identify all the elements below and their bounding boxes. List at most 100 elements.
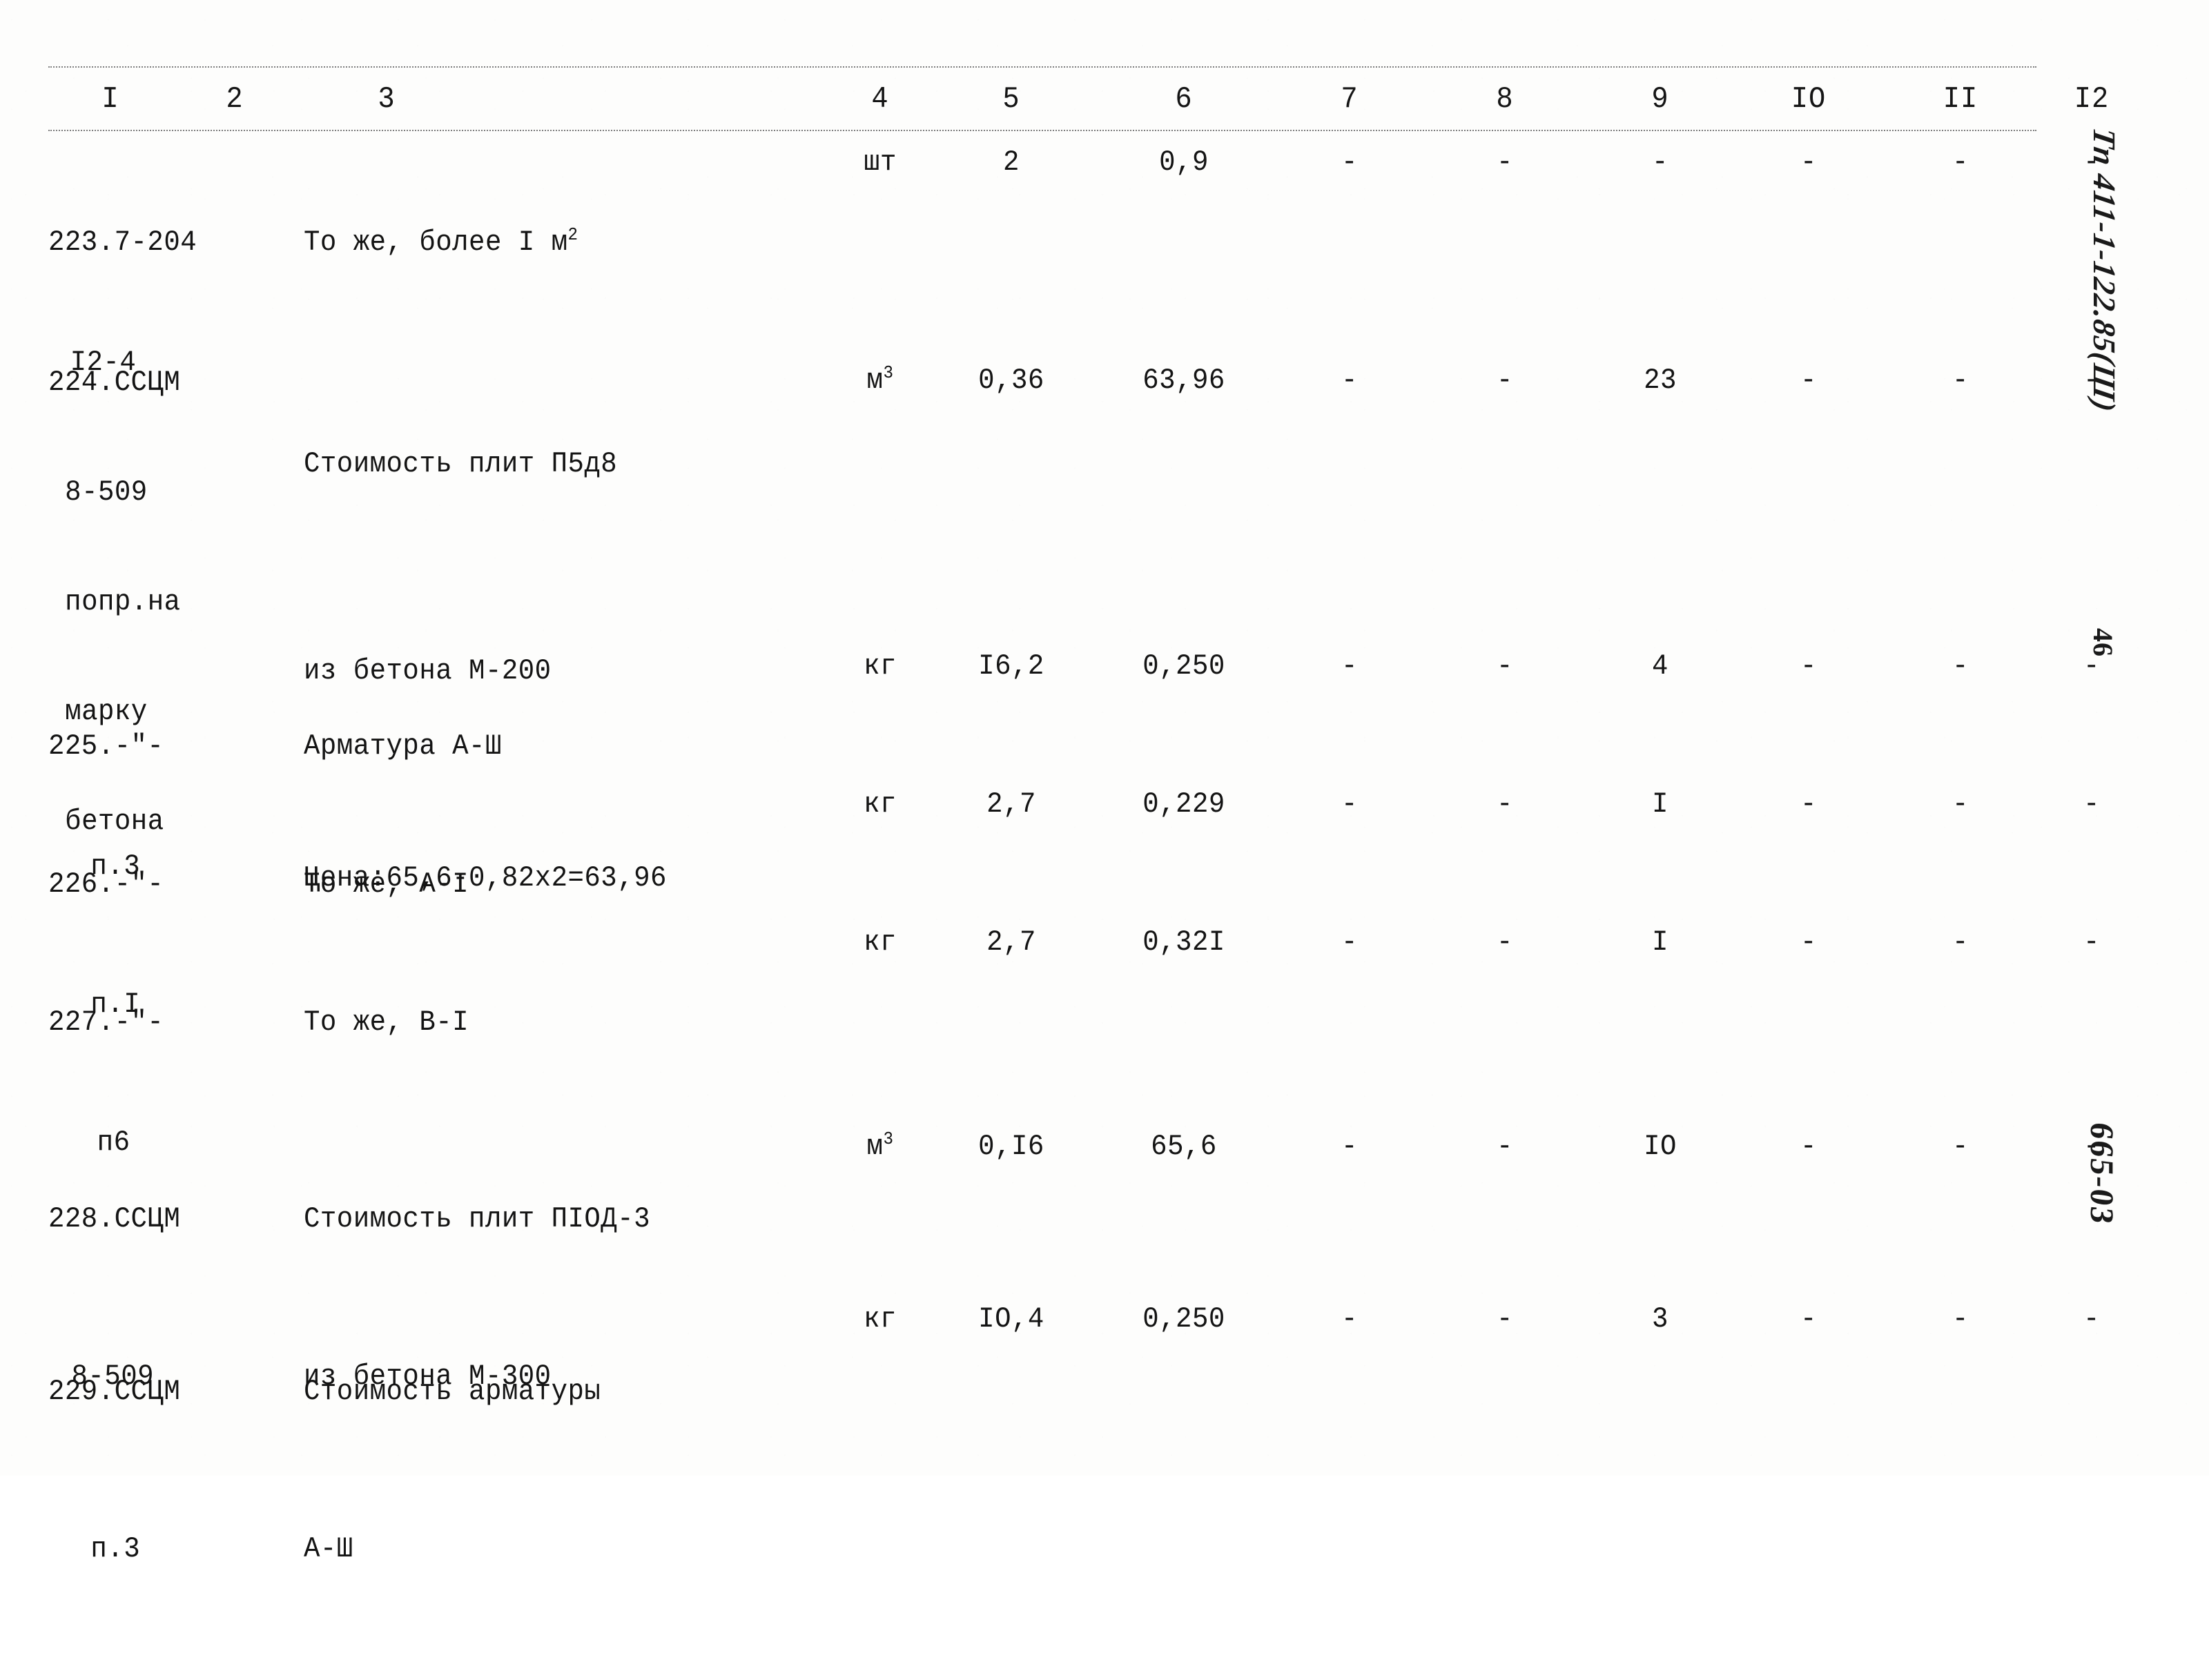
row-code-line: 228.ССЦМ bbox=[48, 1202, 181, 1235]
row-col8: - bbox=[1497, 364, 1513, 397]
row-unit: кг bbox=[864, 1302, 897, 1336]
row-unit: шт bbox=[864, 146, 897, 179]
row-name-line: Стоимость плит П5д8 bbox=[304, 447, 618, 480]
row-col11: - bbox=[1952, 146, 1969, 179]
row-unit-text: м bbox=[866, 1130, 884, 1163]
margin-series-code: Тп 411-1-122.85(Ш) bbox=[2087, 125, 2122, 415]
row-col8: - bbox=[1497, 788, 1513, 821]
row-quantity: 2,7 bbox=[986, 926, 1036, 959]
row-code: 229.ССЦМ п.3 bbox=[48, 1260, 260, 1680]
row-price: 0,250 bbox=[1142, 649, 1225, 683]
row-unit-text: м bbox=[866, 364, 884, 397]
row-unit: кг bbox=[864, 788, 897, 821]
row-code-line: попр.на bbox=[65, 585, 181, 618]
row-name-line: То же, А-I bbox=[304, 868, 469, 901]
row-quantity: I6,2 bbox=[978, 649, 1044, 683]
row-col11: - bbox=[1952, 1302, 1969, 1336]
row-col7: - bbox=[1341, 364, 1358, 397]
column-header-4: 4 bbox=[871, 82, 889, 117]
row-col7: - bbox=[1341, 649, 1358, 683]
row-code-line: п.3 bbox=[90, 1532, 141, 1565]
row-col9: 4 bbox=[1652, 649, 1668, 683]
row-col11: - bbox=[1952, 1130, 1969, 1163]
row-price: 0,250 bbox=[1142, 1302, 1225, 1336]
row-col8: - bbox=[1497, 146, 1513, 179]
row-col9: 3 bbox=[1652, 1302, 1668, 1336]
row-col7: - bbox=[1341, 146, 1358, 179]
row-col10: - bbox=[1800, 364, 1817, 397]
row-col10: - bbox=[1800, 1302, 1817, 1336]
row-col7: - bbox=[1341, 1302, 1358, 1336]
row-col10: - bbox=[1800, 146, 1817, 179]
row-code-line: 226.-"- bbox=[48, 868, 164, 901]
row-name-text: То же, более I м bbox=[304, 226, 568, 259]
row-col7: - bbox=[1341, 926, 1358, 959]
row-col8: - bbox=[1497, 926, 1513, 959]
column-header-8: 8 bbox=[1496, 82, 1514, 117]
row-col11: - bbox=[1952, 788, 1969, 821]
row-col8: - bbox=[1497, 1130, 1513, 1163]
row-code-line: 223.7-204 bbox=[48, 226, 197, 259]
row-col12: - bbox=[2083, 926, 2100, 959]
column-header-11: II bbox=[1943, 82, 1978, 117]
column-header-6: 6 bbox=[1175, 82, 1193, 117]
row-col9: IO bbox=[1644, 1130, 1677, 1163]
scanned-page: I 2 3 4 5 6 7 8 9 IO II I2 223.7-204 I2-… bbox=[0, 0, 2209, 1565]
row-col9: I bbox=[1652, 788, 1668, 821]
row-quantity: 2 bbox=[1003, 146, 1020, 179]
row-price: 0,32I bbox=[1142, 926, 1225, 959]
row-unit: кг bbox=[864, 926, 897, 959]
row-name-superscript: 2 bbox=[567, 224, 578, 245]
row-unit: кг bbox=[864, 649, 897, 683]
row-col11: - bbox=[1952, 364, 1969, 397]
row-name: Стоимость арматуры А-Ш bbox=[304, 1260, 882, 1680]
header-rule-bottom bbox=[48, 130, 2036, 131]
row-unit-superscript: 3 bbox=[883, 362, 894, 383]
row-col10: - bbox=[1800, 649, 1817, 683]
column-header-5: 5 bbox=[1002, 82, 1020, 117]
column-header-2: 2 bbox=[226, 82, 244, 117]
row-price: 65,6 bbox=[1151, 1130, 1217, 1163]
row-col9: - bbox=[1652, 146, 1668, 179]
row-col12: - bbox=[2083, 788, 2100, 821]
row-col9: 23 bbox=[1644, 364, 1677, 397]
row-col10: - bbox=[1800, 926, 1817, 959]
row-quantity: 2,7 bbox=[986, 788, 1036, 821]
row-name-line: То же, В-I bbox=[304, 1006, 469, 1039]
margin-archive-code: 665-03 bbox=[2083, 1120, 2120, 1227]
row-code-line: 227.-"- bbox=[48, 1006, 164, 1039]
row-code-line: 8-509 bbox=[65, 476, 148, 509]
row-unit: м3 bbox=[832, 360, 928, 400]
row-col7: - bbox=[1341, 788, 1358, 821]
row-quantity: IO,4 bbox=[978, 1302, 1044, 1336]
column-header-3: 3 bbox=[378, 82, 396, 117]
column-header-9: 9 bbox=[1651, 82, 1669, 117]
row-name-line: Арматура А-Ш bbox=[304, 730, 502, 763]
row-price: 63,96 bbox=[1142, 364, 1225, 397]
column-header-1: I bbox=[101, 82, 119, 117]
row-quantity: 0,36 bbox=[978, 364, 1044, 397]
row-col8: - bbox=[1497, 1302, 1513, 1336]
row-code-line: 229.ССЦМ bbox=[48, 1375, 181, 1408]
row-name-line: А-Ш bbox=[304, 1532, 353, 1565]
table-header-row: I 2 3 4 5 6 7 8 9 IO II I2 bbox=[48, 70, 2108, 128]
row-name-line: Стоимость плит ПIOД-3 bbox=[304, 1202, 651, 1235]
column-header-10: IO bbox=[1791, 82, 1827, 117]
row-code-line: 224.ССЦМ bbox=[48, 366, 181, 399]
row-price: 0,229 bbox=[1142, 788, 1225, 821]
row-col8: - bbox=[1497, 649, 1513, 683]
column-header-7: 7 bbox=[1341, 82, 1359, 117]
row-quantity: 0,I6 bbox=[978, 1130, 1044, 1163]
row-unit-superscript: 3 bbox=[883, 1129, 894, 1149]
header-rule-top bbox=[48, 66, 2036, 68]
row-col7: - bbox=[1341, 1130, 1358, 1163]
row-name-line: То же, более I м2 bbox=[304, 222, 792, 262]
row-col10: - bbox=[1800, 788, 1817, 821]
row-code-line: 225.-"- bbox=[48, 730, 164, 763]
row-price: 0,9 bbox=[1159, 146, 1209, 179]
column-header-12: I2 bbox=[2074, 82, 2110, 117]
row-col11: - bbox=[1952, 926, 1969, 959]
row-col10: - bbox=[1800, 1130, 1817, 1163]
row-col9: I bbox=[1652, 926, 1668, 959]
row-name-line: Стоимость арматуры bbox=[304, 1375, 601, 1408]
